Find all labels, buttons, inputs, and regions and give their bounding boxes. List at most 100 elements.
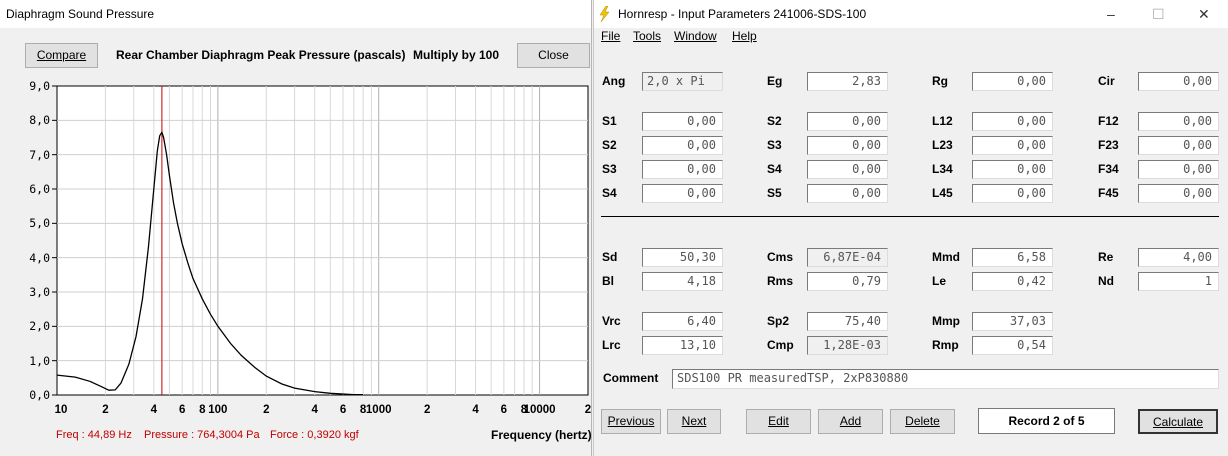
- label-mmd: Mmd: [932, 250, 960, 264]
- edit-button[interactable]: Edit: [746, 409, 811, 434]
- field-vrc[interactable]: 6,40: [642, 312, 723, 331]
- label-s4a: S4: [767, 162, 782, 176]
- field-s4[interactable]: 0,00: [642, 184, 723, 203]
- menu-window[interactable]: Window: [674, 29, 717, 43]
- delete-button[interactable]: Delete: [890, 409, 955, 434]
- label-cms: Cms: [767, 250, 794, 264]
- label-mmp: Mmp: [932, 314, 960, 328]
- label-rmp: Rmp: [932, 338, 959, 352]
- diaphragm-sound-pressure-window: Diaphragm Sound Pressure Compare Rear Ch…: [0, 0, 592, 456]
- label-l45: L45: [932, 186, 953, 200]
- label-l23: L23: [932, 138, 953, 152]
- label-sp2: Sp2: [767, 314, 790, 328]
- axis-ticks: [52, 85, 57, 396]
- label-l12: L12: [932, 114, 953, 128]
- field-bl[interactable]: 4,18: [642, 272, 723, 291]
- field-cir[interactable]: 0,00: [1138, 72, 1219, 91]
- label-lrc: Lrc: [602, 338, 621, 352]
- x-tick-label: 2: [584, 404, 592, 416]
- label-cir: Cir: [1098, 74, 1115, 88]
- field-s3[interactable]: 0,00: [642, 160, 723, 179]
- label-s4: S4: [602, 186, 617, 200]
- field-l45[interactable]: 0,00: [972, 184, 1053, 203]
- field-f34[interactable]: 0,00: [1138, 160, 1219, 179]
- label-f45: F45: [1098, 186, 1119, 200]
- label-f34: F34: [1098, 162, 1119, 176]
- maximize-icon[interactable]: ☐: [1152, 6, 1165, 23]
- label-le: Le: [932, 274, 947, 288]
- section-divider: [601, 216, 1219, 217]
- field-s5[interactable]: 0,00: [807, 184, 888, 203]
- field-ang[interactable]: 2,0 x Pi: [642, 72, 723, 91]
- x-tick-label: 2: [423, 404, 431, 416]
- minimize-icon[interactable]: –: [1107, 6, 1115, 22]
- comment-field[interactable]: SDS100 PR measuredTSP, 2xP830880: [672, 369, 1219, 389]
- field-s2[interactable]: 0,00: [642, 136, 723, 155]
- force-readout: Force : 0,3920 kgf: [270, 429, 359, 441]
- add-button[interactable]: Add: [818, 409, 883, 434]
- close-icon[interactable]: ✕: [1198, 6, 1210, 23]
- label-eg: Eg: [767, 74, 783, 88]
- field-s4a[interactable]: 0,00: [807, 160, 888, 179]
- label-l34: L34: [932, 162, 953, 176]
- x-tick-label: 4: [472, 404, 479, 416]
- field-sp2[interactable]: 75,40: [807, 312, 888, 331]
- freq-readout: Freq : 44,89 Hz: [56, 429, 132, 441]
- menu-tools[interactable]: Tools: [633, 29, 661, 43]
- field-s3a[interactable]: 0,00: [807, 136, 888, 155]
- x-tick-label: 10: [54, 404, 68, 416]
- pressure-chart[interactable]: [0, 0, 592, 456]
- label-nd: Nd: [1098, 274, 1114, 288]
- x-tick-label: 6: [500, 404, 508, 416]
- field-l12[interactable]: 0,00: [972, 112, 1053, 131]
- label-s2a: S2: [767, 114, 782, 128]
- field-lrc[interactable]: 13,10: [642, 336, 723, 355]
- field-l34[interactable]: 0,00: [972, 160, 1053, 179]
- label-ang: Ang: [602, 74, 626, 88]
- field-l23[interactable]: 0,00: [972, 136, 1053, 155]
- comment-label: Comment: [603, 371, 659, 385]
- field-s2a[interactable]: 0,00: [807, 112, 888, 131]
- label-rms: Rms: [767, 274, 794, 288]
- field-f23[interactable]: 0,00: [1138, 136, 1219, 155]
- pressure-readout: Pressure : 764,3004 Pa: [144, 429, 260, 441]
- label-s5: S5: [767, 186, 782, 200]
- x-tick-label: 10000: [523, 404, 556, 416]
- menu-file[interactable]: File: [601, 29, 620, 43]
- x-tick-label: 1000: [365, 404, 392, 416]
- field-re[interactable]: 4,00: [1138, 248, 1219, 267]
- calculate-button[interactable]: Calculate: [1138, 409, 1218, 434]
- x-axis-title: Frequency (hertz): [491, 428, 592, 442]
- field-rg[interactable]: 0,00: [972, 72, 1053, 91]
- field-cmp[interactable]: 1,28E-03: [807, 336, 888, 355]
- field-rmp[interactable]: 0,54: [972, 336, 1053, 355]
- field-f12[interactable]: 0,00: [1138, 112, 1219, 131]
- record-indicator: Record 2 of 5: [978, 408, 1115, 434]
- x-tick-label: 100: [208, 404, 228, 416]
- x-tick-label: 4: [311, 404, 318, 416]
- label-re: Re: [1098, 250, 1114, 264]
- label-cmp: Cmp: [767, 338, 794, 352]
- field-nd[interactable]: 1: [1138, 272, 1219, 291]
- label-bl: Bl: [602, 274, 614, 288]
- field-f45[interactable]: 0,00: [1138, 184, 1219, 203]
- field-mmd[interactable]: 6,58: [972, 248, 1053, 267]
- field-s1[interactable]: 0,00: [642, 112, 723, 131]
- field-cms[interactable]: 6,87E-04: [807, 248, 888, 267]
- label-s1: S1: [602, 114, 617, 128]
- x-tick-label: 2: [263, 404, 270, 416]
- field-mmp[interactable]: 37,03: [972, 312, 1053, 331]
- field-rms[interactable]: 0,79: [807, 272, 888, 291]
- previous-button[interactable]: Previous: [601, 409, 661, 434]
- x-tick-label: 6: [339, 404, 347, 416]
- x-tick-label: 4: [150, 404, 158, 416]
- plot-area: [56, 85, 589, 396]
- x-tick-label: 2: [102, 404, 109, 416]
- field-eg[interactable]: 2,83: [807, 72, 888, 91]
- title-bar[interactable]: Hornresp - Input Parameters 241006-SDS-1…: [594, 0, 1228, 28]
- field-sd[interactable]: 50,30: [642, 248, 723, 267]
- field-le[interactable]: 0,42: [972, 272, 1053, 291]
- next-button[interactable]: Next: [667, 409, 721, 434]
- label-sd: Sd: [602, 250, 618, 264]
- menu-help[interactable]: Help: [732, 29, 757, 43]
